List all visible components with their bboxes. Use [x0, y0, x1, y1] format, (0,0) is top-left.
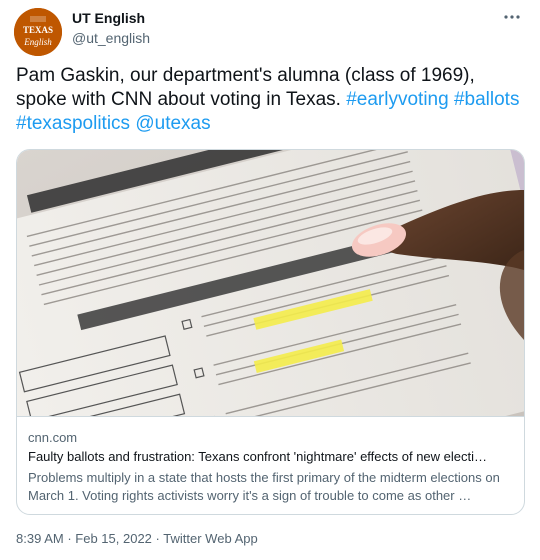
meta-separator: ·	[67, 531, 72, 546]
more-horizontal-icon	[504, 15, 520, 19]
hashtag-texaspolitics[interactable]: #texaspolitics	[16, 113, 130, 134]
author-name[interactable]: UT English	[72, 10, 145, 26]
link-card[interactable]: cnn.com Faulty ballots and frustration: …	[16, 149, 525, 515]
card-info[interactable]: cnn.com Faulty ballots and frustration: …	[17, 416, 524, 514]
tweet-date[interactable]: Feb 15, 2022	[75, 531, 152, 546]
author-handle[interactable]: @ut_english	[72, 30, 150, 46]
avatar-text-top: TEXAS	[23, 25, 53, 35]
card-domain: cnn.com	[28, 430, 78, 445]
ballot-photo	[17, 150, 524, 416]
card-image[interactable]	[17, 150, 524, 416]
more-button[interactable]	[502, 10, 522, 24]
avatar[interactable]: TEXAS English	[14, 8, 62, 56]
card-title[interactable]: Faulty ballots and frustration: Texans c…	[28, 449, 516, 464]
card-description: Problems multiply in a state that hosts …	[28, 470, 500, 503]
meta-separator: ·	[155, 531, 160, 546]
avatar-text-bottom: English	[23, 37, 52, 47]
hashtag-earlyvoting[interactable]: #earlyvoting	[346, 89, 448, 110]
ut-english-logo: TEXAS English	[14, 8, 62, 56]
tweet-time[interactable]: 8:39 AM	[16, 531, 64, 546]
tweet-source[interactable]: Twitter Web App	[163, 531, 257, 546]
tweet-meta: 8:39 AM · Feb 15, 2022 · Twitter Web App	[16, 531, 258, 546]
mention-utexas[interactable]: @utexas	[135, 113, 210, 134]
tweet-text: Pam Gaskin, our department's alumna (cla…	[16, 64, 526, 136]
tweet[interactable]: TEXAS English UT English @ut_english Pam…	[0, 0, 540, 560]
hashtag-ballots[interactable]: #ballots	[454, 89, 520, 110]
